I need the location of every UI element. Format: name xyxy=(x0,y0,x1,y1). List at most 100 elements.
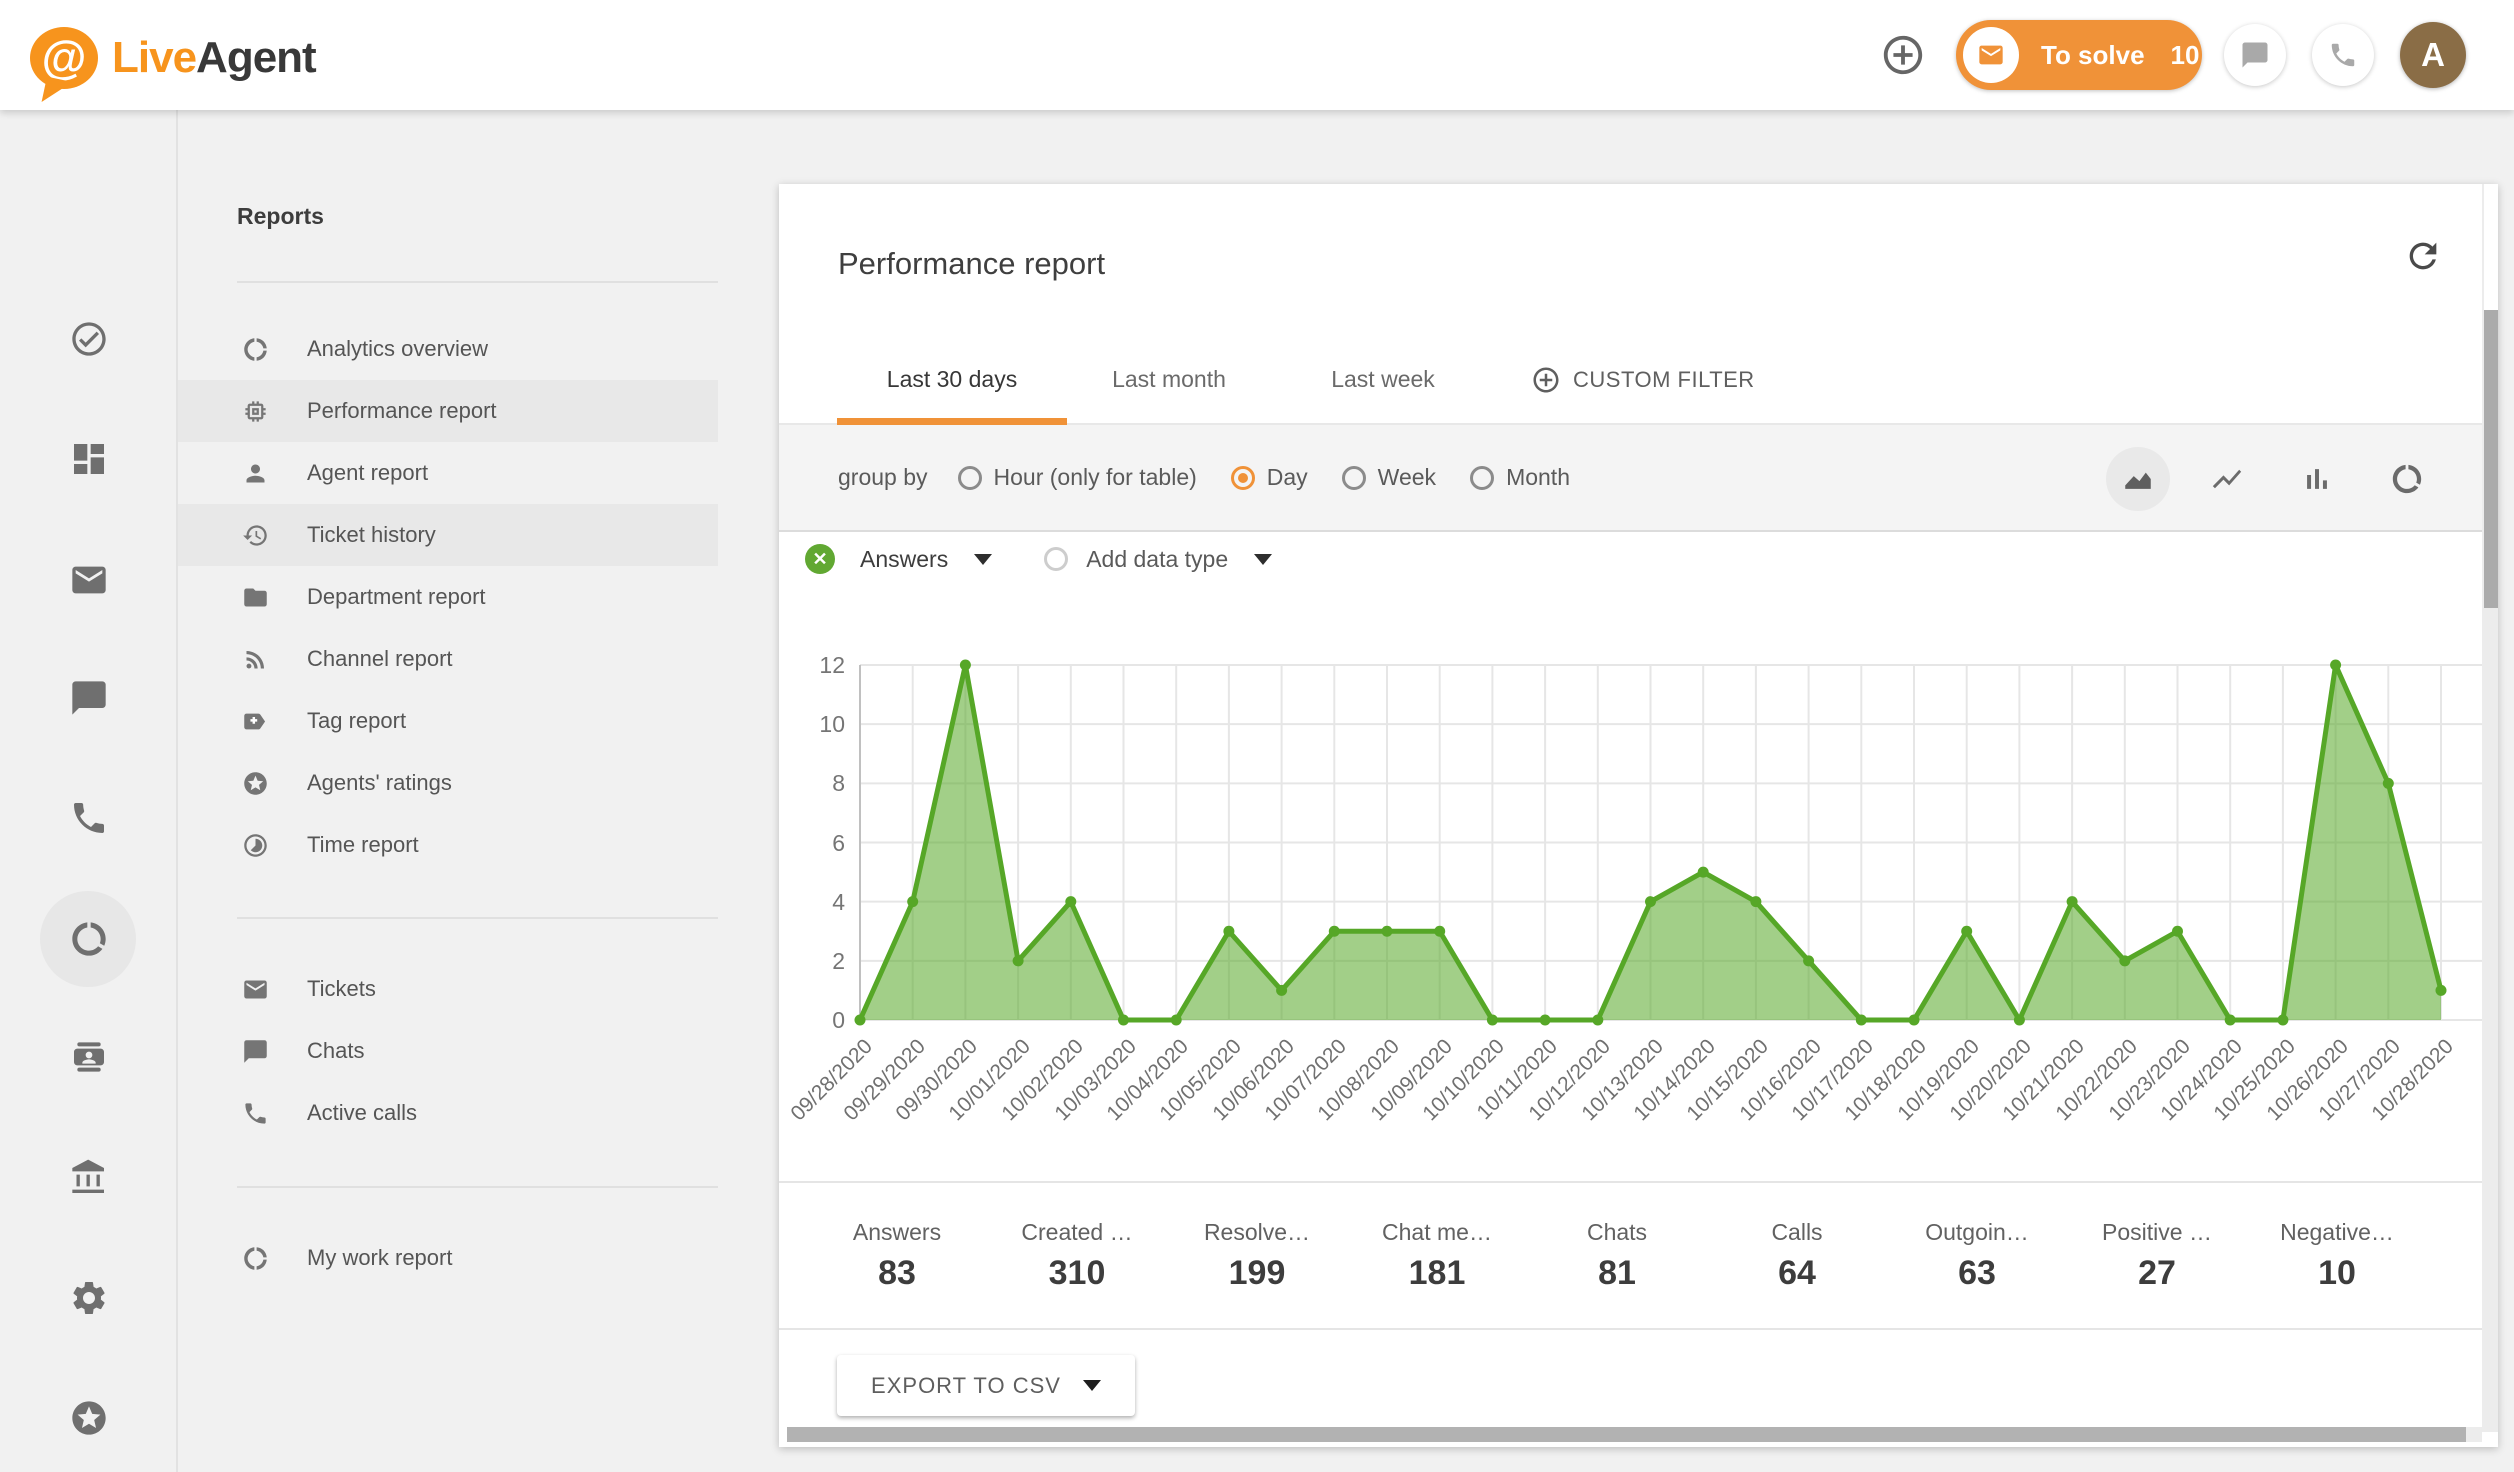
y-tick-label: 8 xyxy=(779,767,845,799)
sidebar-item-tickets[interactable]: Tickets xyxy=(178,958,718,1020)
mail-icon xyxy=(242,976,269,1003)
tab-last-30-days[interactable]: Last 30 days xyxy=(837,334,1067,425)
chart-type-bar-button[interactable] xyxy=(2285,447,2349,511)
sidebar-item-active-calls[interactable]: Active calls xyxy=(178,1082,718,1144)
stat-positive: Positive …27 xyxy=(2067,1219,2247,1293)
sidebar-item-label: Department report xyxy=(307,584,486,610)
answers-area-chart xyxy=(800,650,2498,1030)
donut-icon xyxy=(242,1245,269,1272)
rail-tickets-icon[interactable] xyxy=(69,560,109,600)
chat-bubble-icon xyxy=(242,1038,269,1065)
stat-outgoing: Outgoin…63 xyxy=(1887,1219,2067,1293)
series-chip-label: Answers xyxy=(860,546,948,573)
sidebar-item-chats[interactable]: Chats xyxy=(178,1020,718,1082)
y-tick-label: 0 xyxy=(779,1004,845,1036)
refresh-icon xyxy=(2403,236,2443,276)
chip-icon xyxy=(242,398,269,425)
refresh-button[interactable] xyxy=(2393,226,2453,286)
sidebar-item-analytics-overview[interactable]: Analytics overview xyxy=(178,318,718,380)
area-chart-icon xyxy=(2121,462,2155,496)
add-data-type-circle[interactable] xyxy=(1044,547,1068,571)
data-series-bar: ✕ Answers Add data type xyxy=(805,543,1272,575)
chart-type-line-button[interactable] xyxy=(2195,447,2259,511)
remove-series-button[interactable]: ✕ xyxy=(805,544,835,574)
divider xyxy=(237,281,718,283)
radio-week[interactable] xyxy=(1342,466,1366,490)
brand-agent: Agent xyxy=(196,33,316,82)
rail-company-icon[interactable] xyxy=(69,1158,109,1198)
stat-answers: Answers83 xyxy=(807,1219,987,1293)
stat-chat-messages: Chat me…181 xyxy=(1347,1219,1527,1293)
radio-month-label[interactable]: Month xyxy=(1506,464,1570,491)
sidebar-item-agent-report[interactable]: Agent report xyxy=(178,442,718,504)
sidebar-item-channel-report[interactable]: Channel report xyxy=(178,628,718,690)
sidebar-item-time-report[interactable]: Time report xyxy=(178,814,718,876)
chats-header-button[interactable] xyxy=(2224,24,2286,86)
rail-settings-icon[interactable] xyxy=(69,1278,109,1318)
add-button[interactable] xyxy=(1872,24,1934,86)
add-data-type-caret[interactable] xyxy=(1254,554,1272,565)
export-caret xyxy=(1083,1380,1101,1391)
rail-todo-check-icon[interactable] xyxy=(69,319,109,359)
to-solve-button[interactable]: To solve 10 xyxy=(1956,20,2202,90)
tab-last-month[interactable]: Last month xyxy=(1089,334,1249,425)
user-avatar[interactable]: A xyxy=(2400,22,2466,88)
stat-chats: Chats81 xyxy=(1527,1219,1707,1293)
star-circle-icon xyxy=(242,770,269,797)
rail-calls-icon[interactable] xyxy=(69,798,109,838)
sidebar-item-tag-report[interactable]: Tag report xyxy=(178,690,718,752)
group-by-label: group by xyxy=(838,464,928,491)
brand-live: Live xyxy=(112,33,196,82)
vertical-scrollbar-track-lower xyxy=(2484,608,2498,1432)
rail-chats-icon[interactable] xyxy=(69,678,109,718)
radio-month[interactable] xyxy=(1470,466,1494,490)
summary-stats-row: Answers83 Created …310 Resolve…199 Chat … xyxy=(779,1181,2482,1330)
sidebar-title: Reports xyxy=(237,203,324,230)
series-dropdown-caret[interactable] xyxy=(974,554,992,565)
stat-created: Created …310 xyxy=(987,1219,1167,1293)
sidebar-item-my-work-report[interactable]: My work report xyxy=(178,1227,718,1289)
horizontal-scrollbar[interactable] xyxy=(787,1427,2482,1442)
sidebar-item-ticket-history[interactable]: Ticket history xyxy=(178,504,718,566)
sidebar-item-agents-ratings[interactable]: Agents' ratings xyxy=(178,752,718,814)
radio-hour-label[interactable]: Hour (only for table) xyxy=(994,464,1197,491)
horizontal-scrollbar-thumb[interactable] xyxy=(787,1427,2466,1442)
rail-reports-icon[interactable] xyxy=(69,919,109,959)
y-tick-label: 2 xyxy=(779,945,845,977)
vertical-scrollbar-thumb[interactable] xyxy=(2484,310,2498,608)
rail-star-icon[interactable] xyxy=(69,1398,109,1438)
chart-type-area-button[interactable] xyxy=(2106,447,2170,511)
sidebar-item-performance-report[interactable]: Performance report xyxy=(178,380,718,442)
person-icon xyxy=(242,460,269,487)
stat-negative: Negative…10 xyxy=(2247,1219,2427,1293)
sidebar-item-department-report[interactable]: Department report xyxy=(178,566,718,628)
sidebar-item-label: Performance report xyxy=(307,398,497,424)
rail-dashboard-icon[interactable] xyxy=(69,439,109,479)
rail-contacts-icon[interactable] xyxy=(69,1037,109,1077)
tab-last-week[interactable]: Last week xyxy=(1303,334,1463,425)
sidebar-item-label: Chats xyxy=(307,1038,364,1064)
radio-day[interactable] xyxy=(1231,466,1255,490)
radio-week-label[interactable]: Week xyxy=(1378,464,1436,491)
tag-plus-icon xyxy=(242,708,269,735)
liveagent-logo[interactable]: @ LiveAgent xyxy=(30,18,316,98)
folder-icon xyxy=(242,584,269,611)
stat-calls: Calls64 xyxy=(1707,1219,1887,1293)
add-circle-icon xyxy=(1880,32,1926,78)
reports-sidebar: Reports Analytics overview Performance r… xyxy=(178,110,718,1472)
export-to-csv-button[interactable]: EXPORT TO CSV xyxy=(837,1355,1135,1416)
calls-header-button[interactable] xyxy=(2312,24,2374,86)
active-tab-underline xyxy=(837,418,1067,425)
sidebar-item-label: Analytics overview xyxy=(307,336,488,362)
radio-hour[interactable] xyxy=(958,466,982,490)
stat-resolved: Resolve…199 xyxy=(1167,1219,1347,1293)
chart-type-donut-button[interactable] xyxy=(2375,447,2439,511)
to-solve-label: To solve xyxy=(2041,40,2145,71)
date-range-tabs: Last 30 days Last month Last week CUSTOM… xyxy=(779,334,2498,425)
y-tick-label: 6 xyxy=(779,827,845,859)
radio-day-label[interactable]: Day xyxy=(1267,464,1308,491)
custom-filter-button[interactable]: CUSTOM FILTER xyxy=(1531,334,1755,425)
divider xyxy=(237,1186,718,1188)
add-data-type-label[interactable]: Add data type xyxy=(1086,546,1228,573)
phone-icon xyxy=(242,1100,269,1127)
